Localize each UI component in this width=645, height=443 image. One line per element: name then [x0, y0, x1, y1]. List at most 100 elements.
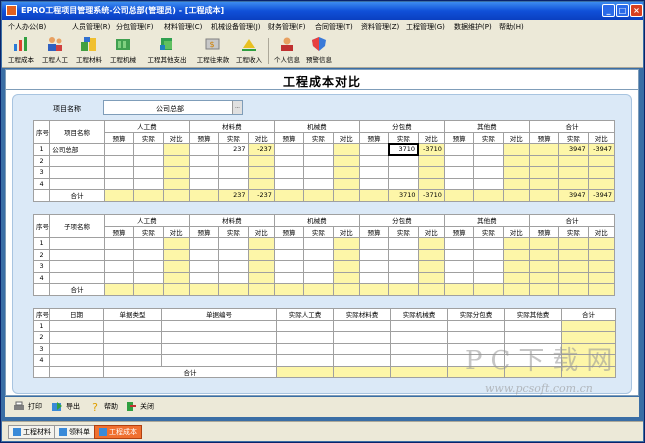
toolbar-separator: [268, 38, 269, 64]
row-seq: 1: [32, 143, 51, 156]
toolbar-label: 个人信息: [274, 56, 300, 64]
close-window-button[interactable]: ×: [630, 4, 643, 17]
toolbar-warning-info[interactable]: 预警信息: [304, 36, 334, 66]
subcontract-diff: -3710: [417, 143, 445, 156]
header-other: 其他费: [443, 120, 530, 133]
toolbar-project-cost[interactable]: 工程成本: [6, 36, 36, 66]
row-project-name[interactable]: 公司总部: [49, 143, 105, 156]
total-actual: 3947: [558, 143, 589, 156]
toolbar-label: 工程其他支出: [147, 56, 187, 64]
table-row[interactable]: 2: [32, 248, 616, 261]
tab-project-cost[interactable]: 工程成本: [94, 425, 142, 439]
ellipsis-icon[interactable]: ...: [232, 101, 242, 114]
toolbar-label: 工程材料: [76, 56, 102, 64]
toolbar-personal-info[interactable]: 个人信息: [272, 36, 302, 66]
tab-project-materials[interactable]: 工程材料: [8, 425, 56, 439]
toolbar-project-labor[interactable]: 工程人工: [40, 36, 70, 66]
print-button[interactable]: 打印: [13, 401, 42, 412]
minimize-button[interactable]: _: [602, 4, 615, 17]
header-sub-item-name: 子项名称: [49, 214, 105, 238]
table-row[interactable]: 3: [32, 260, 616, 273]
header-material: 材料费: [188, 120, 275, 133]
table-row[interactable]: 4: [32, 177, 616, 190]
menu-contract[interactable]: 合同管理(T): [315, 22, 353, 32]
table-row[interactable]: 1: [33, 319, 616, 332]
expense-icon: [160, 38, 172, 50]
sub-diff: 对比: [247, 131, 275, 144]
menu-data-maintenance[interactable]: 数据维护(P): [454, 22, 492, 32]
menu-project[interactable]: 工程管理(G): [406, 22, 445, 32]
material-actual[interactable]: 237: [218, 143, 249, 156]
menu-subcontract[interactable]: 分包管理(F): [116, 22, 154, 32]
toolbar-label: 工程成本: [8, 56, 34, 64]
document-title-band: 工程成本对比: [6, 70, 638, 90]
printer-icon: [14, 401, 24, 410]
menu-documents[interactable]: 资料管理(Z): [361, 22, 399, 32]
svg-text:?: ?: [92, 401, 98, 412]
sub-diff: 对比: [162, 131, 190, 144]
table-row[interactable]: 3: [33, 342, 616, 355]
sub-diff: 对比: [417, 131, 445, 144]
workers-icon: [48, 37, 62, 51]
header-project-name: 项目名称: [49, 120, 105, 144]
toolbar-label: 工程机械: [110, 56, 136, 64]
document-icon: [13, 428, 21, 436]
total-row: 合计 237 -237 3710 -3710 3947 -3947: [32, 189, 616, 202]
export-icon: [52, 402, 62, 411]
toolbar-receivables[interactable]: $ 工程往来款: [194, 36, 232, 66]
table-row[interactable]: 2: [32, 154, 616, 167]
total-diff: -3947: [587, 143, 616, 156]
table-row[interactable]: 1 公司总部 237 -237 3710 -3710 3947 -3947: [32, 142, 616, 156]
toolbar-label: 工程人工: [42, 56, 68, 64]
document-icon: [59, 428, 67, 436]
sub-diff: 对比: [332, 131, 360, 144]
cost-comparison-table: 序号 项目名称 人工费 材料费 机械费 分包费 其他费 合计 预算 实际 对比 预算…: [32, 120, 616, 202]
page-title: 工程成本对比: [282, 75, 361, 89]
sub-actual: 实际: [303, 131, 334, 144]
title-bar[interactable]: EPRO工程项目管理系统-公司总部(管理员) - [工程成本] _ □ ×: [2, 2, 643, 20]
machinery-icon: [116, 39, 130, 50]
menu-help[interactable]: 帮助(H): [499, 22, 524, 32]
toolbar-other-expense[interactable]: 工程其他支出: [144, 36, 190, 66]
help-button[interactable]: ? 帮助: [89, 401, 118, 412]
maximize-button[interactable]: □: [616, 4, 629, 17]
menu-materials[interactable]: 材料管理(C): [164, 22, 202, 32]
window-title: EPRO工程项目管理系统-公司总部(管理员) - [工程成本]: [21, 6, 225, 15]
toolbar-project-materials[interactable]: 工程材料: [74, 36, 104, 66]
table-row[interactable]: 2: [33, 331, 616, 344]
sub-actual: 实际: [388, 131, 419, 144]
menu-bar: 个人办公(B) 人员管理(R) 分包管理(F) 材料管理(C) 机械设备管理(J…: [2, 20, 643, 34]
table-row[interactable]: 4: [33, 354, 616, 367]
sub-budget: 预算: [273, 131, 305, 144]
table-row[interactable]: 3: [32, 166, 616, 179]
sub-actual: 实际: [473, 131, 504, 144]
svg-text:$: $: [209, 40, 214, 49]
close-button[interactable]: 关闭: [125, 401, 154, 412]
table-row[interactable]: 4: [32, 271, 616, 284]
menu-staff[interactable]: 人员管理(R): [72, 22, 110, 32]
sub-actual: 实际: [133, 131, 164, 144]
project-select[interactable]: 公司总部 ...: [103, 100, 243, 115]
app-icon: [6, 5, 17, 16]
app-window: EPRO工程项目管理系统-公司总部(管理员) - [工程成本] _ □ × 个人…: [0, 0, 645, 443]
header-seq: 序号: [32, 120, 51, 144]
document-icon: [99, 428, 107, 436]
subcontract-actual[interactable]: 3710: [387, 142, 420, 156]
tab-material-requisition[interactable]: 领料单: [54, 425, 95, 439]
warning-shield-icon: [312, 37, 326, 51]
menu-machinery[interactable]: 机械设备管理(J): [211, 22, 261, 32]
header-subcontract: 分包费: [358, 120, 445, 133]
sub-actual: 实际: [218, 131, 249, 144]
table-row[interactable]: 1: [32, 237, 616, 250]
user-icon: [281, 37, 293, 51]
sub-budget: 预算: [103, 131, 135, 144]
export-button[interactable]: 导出: [51, 401, 80, 412]
toolbar-project-income[interactable]: 工程收入: [234, 36, 264, 66]
menu-finance[interactable]: 财务管理(F): [268, 22, 306, 32]
project-select-value: 公司总部: [156, 105, 184, 113]
sub-budget: 预算: [358, 131, 390, 144]
document-detail-table: 序号 日期 单据类型 单据编号 实际人工费 实际材料费 实际机械费 实际分包费 …: [33, 308, 616, 378]
total-label: 合计: [49, 189, 105, 202]
menu-personal-office[interactable]: 个人办公(B): [8, 22, 46, 32]
toolbar-project-machinery[interactable]: 工程机械: [108, 36, 138, 66]
